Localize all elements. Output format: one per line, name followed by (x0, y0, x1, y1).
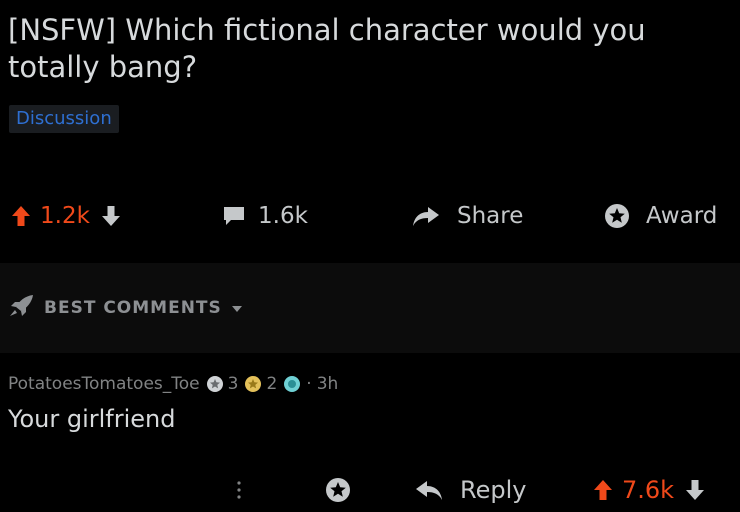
comments-button[interactable]: 1.6k (221, 196, 308, 236)
silver-award-count: 3 (227, 374, 239, 394)
award-button[interactable]: Award (603, 196, 717, 236)
reply-arrow-icon (414, 478, 444, 502)
comment-upvote-count: 7.6k (622, 476, 675, 504)
share-button[interactable]: Share (411, 196, 523, 236)
gold-award[interactable]: 2 (244, 374, 277, 394)
comment-sort-button[interactable]: BEST COMMENTS (8, 293, 244, 323)
share-arrow-icon (411, 204, 441, 228)
comment-more-button[interactable] (234, 470, 244, 510)
gold-award-count: 2 (266, 374, 278, 394)
post-title[interactable]: [NSFW] Which fictional character would y… (8, 12, 728, 86)
upvote-arrow-icon[interactable] (592, 478, 614, 502)
comment-time: 3h (316, 374, 339, 394)
comment-award-button[interactable] (324, 470, 352, 510)
post-flair[interactable]: Discussion (9, 105, 119, 133)
comment-bubble-icon (221, 204, 247, 228)
comment-meta: PotatoesTomatoes_Toe 3 2 · 3h (8, 374, 338, 394)
comment-author[interactable]: PotatoesTomatoes_Toe (8, 374, 200, 394)
reply-button[interactable]: Reply (414, 470, 526, 510)
silver-award[interactable]: 3 (206, 374, 239, 394)
wholesome-award-icon (284, 376, 301, 392)
rocket-icon (8, 293, 36, 323)
share-label: Share (457, 203, 524, 229)
downvote-arrow-icon[interactable] (100, 204, 122, 228)
award-icon (324, 476, 352, 504)
sort-label: BEST COMMENTS (44, 298, 222, 318)
award-label: Award (646, 203, 718, 229)
chevron-down-icon (230, 299, 244, 318)
post-action-bar: 1.2k 1.6k Share Award (0, 196, 740, 236)
wholesome-award[interactable] (283, 375, 301, 393)
award-icon (603, 202, 631, 230)
comments-count: 1.6k (258, 203, 308, 229)
silver-award-icon (206, 376, 223, 392)
comment-body: Your girlfriend (8, 405, 176, 433)
reply-label: Reply (460, 476, 527, 504)
post-vote-group: 1.2k (10, 196, 122, 236)
gold-award-icon (245, 376, 262, 392)
comment-action-bar: Reply 7.6k (0, 470, 740, 510)
post-upvote-count: 1.2k (40, 203, 90, 229)
downvote-arrow-icon[interactable] (684, 478, 706, 502)
comment-vote-group: 7.6k (592, 470, 706, 510)
more-options-icon (234, 478, 244, 502)
meta-separator: · (306, 374, 312, 394)
upvote-arrow-icon[interactable] (10, 204, 32, 228)
